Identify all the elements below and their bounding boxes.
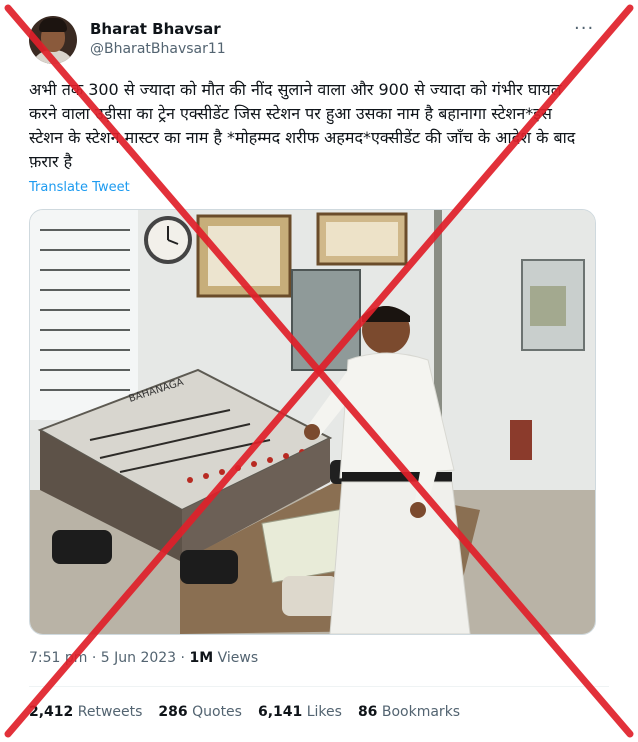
quotes-stat[interactable]: 286 Quotes: [158, 704, 242, 720]
likes-label: Likes: [306, 704, 342, 720]
likes-count: 6,141: [257, 704, 303, 720]
views-label: Views: [213, 650, 259, 666]
retweets-stat[interactable]: 2,412 Retweets: [29, 704, 142, 720]
station-photo: BAHANAGA: [30, 210, 595, 634]
avatar-body: [31, 50, 75, 64]
retweets-count: 2,412: [29, 704, 74, 720]
bookmarks-stat[interactable]: 86 Bookmarks: [358, 704, 460, 720]
avatar-hair: [39, 18, 67, 32]
meta-separator: ·: [87, 650, 101, 666]
tweet-card: Bharat Bhavsar @BharatBhavsar11 ··· अभी …: [0, 0, 638, 742]
views-count: 1M: [189, 650, 214, 666]
tweet-date[interactable]: 5 Jun 2023: [101, 650, 176, 666]
quotes-count: 286: [158, 704, 188, 720]
engagement-stats: 2,412 Retweets 286 Quotes 6,141 Likes 86…: [29, 704, 460, 720]
retweets-label: Retweets: [77, 704, 143, 720]
meta-separator: ·: [176, 650, 190, 666]
tweet-text: अभी तक 300 से ज्यादा को मौत की नींद सुला…: [29, 80, 576, 171]
quotes-label: Quotes: [192, 704, 242, 720]
divider: [29, 686, 609, 687]
translate-tweet-link[interactable]: Translate Tweet: [29, 180, 130, 195]
tweet-meta: 7:51 pm · 5 Jun 2023 · 1M Views: [29, 650, 258, 666]
more-options-icon[interactable]: ···: [574, 18, 594, 39]
bookmarks-label: Bookmarks: [381, 704, 461, 720]
tweet-photo[interactable]: BAHANAGA: [29, 209, 596, 635]
likes-stat[interactable]: 6,141 Likes: [258, 704, 342, 720]
tweet-time[interactable]: 7:51 pm: [29, 650, 87, 666]
author-handle[interactable]: @BharatBhavsar11: [90, 41, 226, 57]
bookmarks-count: 86: [357, 704, 378, 720]
avatar[interactable]: [29, 16, 77, 64]
author-name[interactable]: Bharat Bhavsar: [90, 20, 221, 38]
